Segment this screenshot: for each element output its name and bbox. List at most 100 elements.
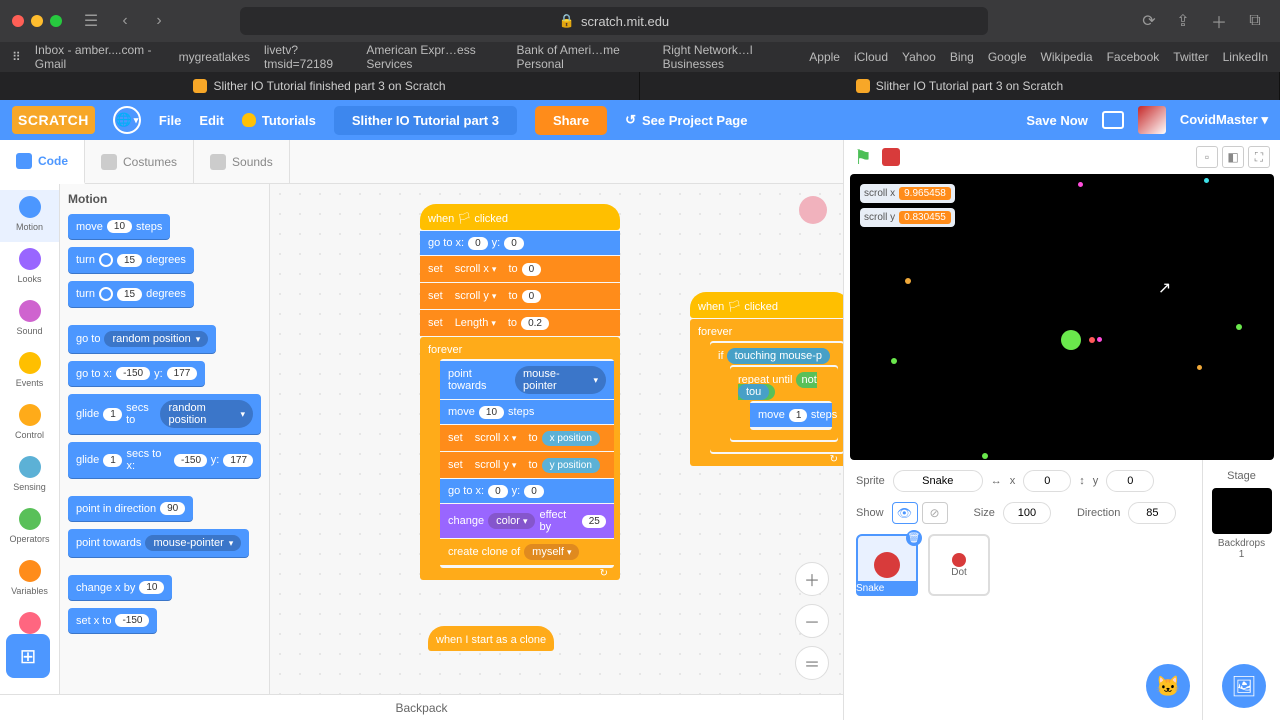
project-title-input[interactable]: Slither IO Tutorial part 3 [334,106,517,135]
sprite-name-input[interactable] [893,470,983,492]
new-tab-icon[interactable]: ＋ [1206,8,1232,34]
zoom-reset-button[interactable]: ＝ [795,646,829,680]
bookmark[interactable]: Apple [809,50,840,64]
zoom-out-button[interactable]: － [795,604,829,638]
bookmark[interactable]: livetv?tmsid=72189 [264,43,352,71]
block-move[interactable]: move10steps [440,400,614,424]
save-now[interactable]: Save Now [1026,113,1087,128]
add-backdrop-button[interactable]: 🖼 [1222,664,1266,708]
language-icon[interactable]: 🌐▾ [113,106,141,134]
block-when-clone[interactable]: when I start as a clone [428,626,554,651]
block-palette[interactable]: Motion move10steps turn15degrees turn15d… [60,140,270,720]
block-when-flag-clicked[interactable]: when 🏳 clicked [420,204,620,230]
scratch-logo[interactable]: SCRATCH [12,106,95,134]
block-create-clone[interactable]: create clone ofmyself [440,539,614,565]
tab-costumes[interactable]: Costumes [85,140,194,184]
category-events[interactable]: Events [0,346,59,398]
block-set-x[interactable]: set x to-150 [68,608,157,633]
sprite-tile-snake[interactable]: 🗑Snake [856,534,918,596]
bookmark[interactable]: Right Network…l Businesses [663,43,796,71]
variable-monitor[interactable]: scroll x9.965458 [860,184,955,203]
block-glidexy[interactable]: glide1secs to x:-150y:177 [68,442,261,478]
block-turn-ccw[interactable]: turn15degrees [68,281,194,307]
backpack[interactable]: Backpack [0,694,843,720]
edit-menu[interactable]: Edit [199,113,224,128]
share-icon[interactable]: ⇪ [1170,8,1196,34]
variable-monitor[interactable]: scroll y0.830455 [860,208,955,227]
tabs-icon[interactable]: ⧉ [1242,8,1268,34]
category-looks[interactable]: Looks [0,242,59,294]
sprite-x-input[interactable] [1023,470,1071,492]
script-stack-1[interactable]: when 🏳 clicked go to x:0y:0 setscroll xt… [420,204,620,580]
category-sound[interactable]: Sound [0,294,59,346]
bookmark[interactable]: Inbox - amber....com - Gmail [35,43,165,71]
bookmark[interactable]: Google [988,50,1027,64]
bookmark[interactable]: Wikipedia [1041,50,1093,64]
block-point-towards[interactable]: point towardsmouse-pointer [68,529,249,557]
zoom-in-button[interactable]: ＋ [795,562,829,596]
apps-icon[interactable]: ⠿ [12,50,21,64]
block-glide[interactable]: glide1secs torandom position [68,394,261,434]
file-menu[interactable]: File [159,113,181,128]
delete-sprite-icon[interactable]: 🗑 [906,530,922,546]
browser-tab[interactable]: Slither IO Tutorial part 3 on Scratch [640,72,1280,100]
sprite-size-input[interactable] [1003,502,1051,524]
workspace[interactable]: when 🏳 clicked go to x:0y:0 setscroll xt… [270,184,843,720]
bookmark[interactable]: Facebook [1107,50,1160,64]
tab-sounds[interactable]: Sounds [194,140,290,184]
block-move[interactable]: move1steps [750,403,832,427]
bookmark[interactable]: Twitter [1173,50,1208,64]
block-set-var[interactable]: setscroll xtox position [440,425,614,451]
bookmark[interactable]: Yahoo [902,50,936,64]
block-point-dir[interactable]: point in direction90 [68,496,193,521]
block-set-var[interactable]: setscroll yto0 [420,283,620,309]
reload-icon[interactable]: ⟳ [1136,8,1162,34]
bookmark[interactable]: iCloud [854,50,888,64]
block-gotoxy[interactable]: go to x:-150y:177 [68,361,205,386]
see-project-page[interactable]: ↺ See Project Page [625,112,747,128]
bookmark[interactable]: American Expr…ess Services [366,43,502,71]
category-variables[interactable]: Variables [0,554,59,606]
block-change-effect[interactable]: changecoloreffect by25 [440,504,614,538]
url-bar[interactable]: 🔒 scratch.mit.edu [240,7,988,35]
block-gotoxy[interactable]: go to x:0y:0 [440,479,614,503]
category-motion[interactable]: Motion [0,190,59,242]
share-button[interactable]: Share [535,106,607,135]
stage-thumb[interactable] [1212,488,1272,534]
block-point-towards[interactable]: point towardsmouse-pointer [440,361,614,399]
block-turn-cw[interactable]: turn15degrees [68,247,194,273]
mystuff-icon[interactable] [1102,111,1124,129]
block-set-var[interactable]: setLengthto0.2 [420,310,620,336]
stage[interactable]: scroll x9.965458scroll y0.830455↖ [850,174,1274,460]
username[interactable]: CovidMaster ▾ [1180,112,1268,128]
block-goto[interactable]: go torandom position [68,325,216,353]
browser-tab[interactable]: Slither IO Tutorial finished part 3 on S… [0,72,640,100]
sprite-tile-dot[interactable]: Dot [928,534,990,596]
sidebar-icon[interactable]: ☰ [78,8,104,34]
tab-code[interactable]: Code [0,140,85,184]
back-icon[interactable]: ‹ [112,8,138,34]
category-sensing[interactable]: Sensing [0,450,59,502]
block-forever[interactable]: forever if touching mouse-p repeat until… [690,319,843,466]
stage-selector[interactable]: Stage Backdrops 1 🖼 [1202,460,1280,720]
block-forever[interactable]: forever point towardsmouse-pointer move1… [420,337,620,580]
block-gotoxy[interactable]: go to x:0y:0 [420,231,620,255]
bookmark[interactable]: Bank of Ameri…me Personal [516,43,648,71]
script-stack-clone[interactable]: when I start as a clone [428,626,554,652]
sprite-dir-input[interactable] [1128,502,1176,524]
script-stack-2[interactable]: when 🏳 clicked forever if touching mouse… [690,292,843,466]
add-sprite-button[interactable]: 🐱 [1146,664,1190,708]
block-if[interactable]: if touching mouse-p repeat until not tou… [710,343,843,452]
category-operators[interactable]: Operators [0,502,59,554]
stage-large-icon[interactable]: ◧ [1222,146,1244,168]
show-button[interactable]: 👁 [892,502,918,524]
stage-full-icon[interactable]: ⛶ [1248,146,1270,168]
stop-icon[interactable] [882,148,900,166]
hide-button[interactable]: ⊘ [922,502,948,524]
sprite-y-input[interactable] [1106,470,1154,492]
block-when-flag-clicked[interactable]: when 🏳 clicked [690,292,843,318]
block-move-steps[interactable]: move10steps [68,214,170,239]
green-flag-icon[interactable]: ⚑ [854,145,872,170]
stage-small-icon[interactable]: ▫ [1196,146,1218,168]
bookmark[interactable]: Bing [950,50,974,64]
